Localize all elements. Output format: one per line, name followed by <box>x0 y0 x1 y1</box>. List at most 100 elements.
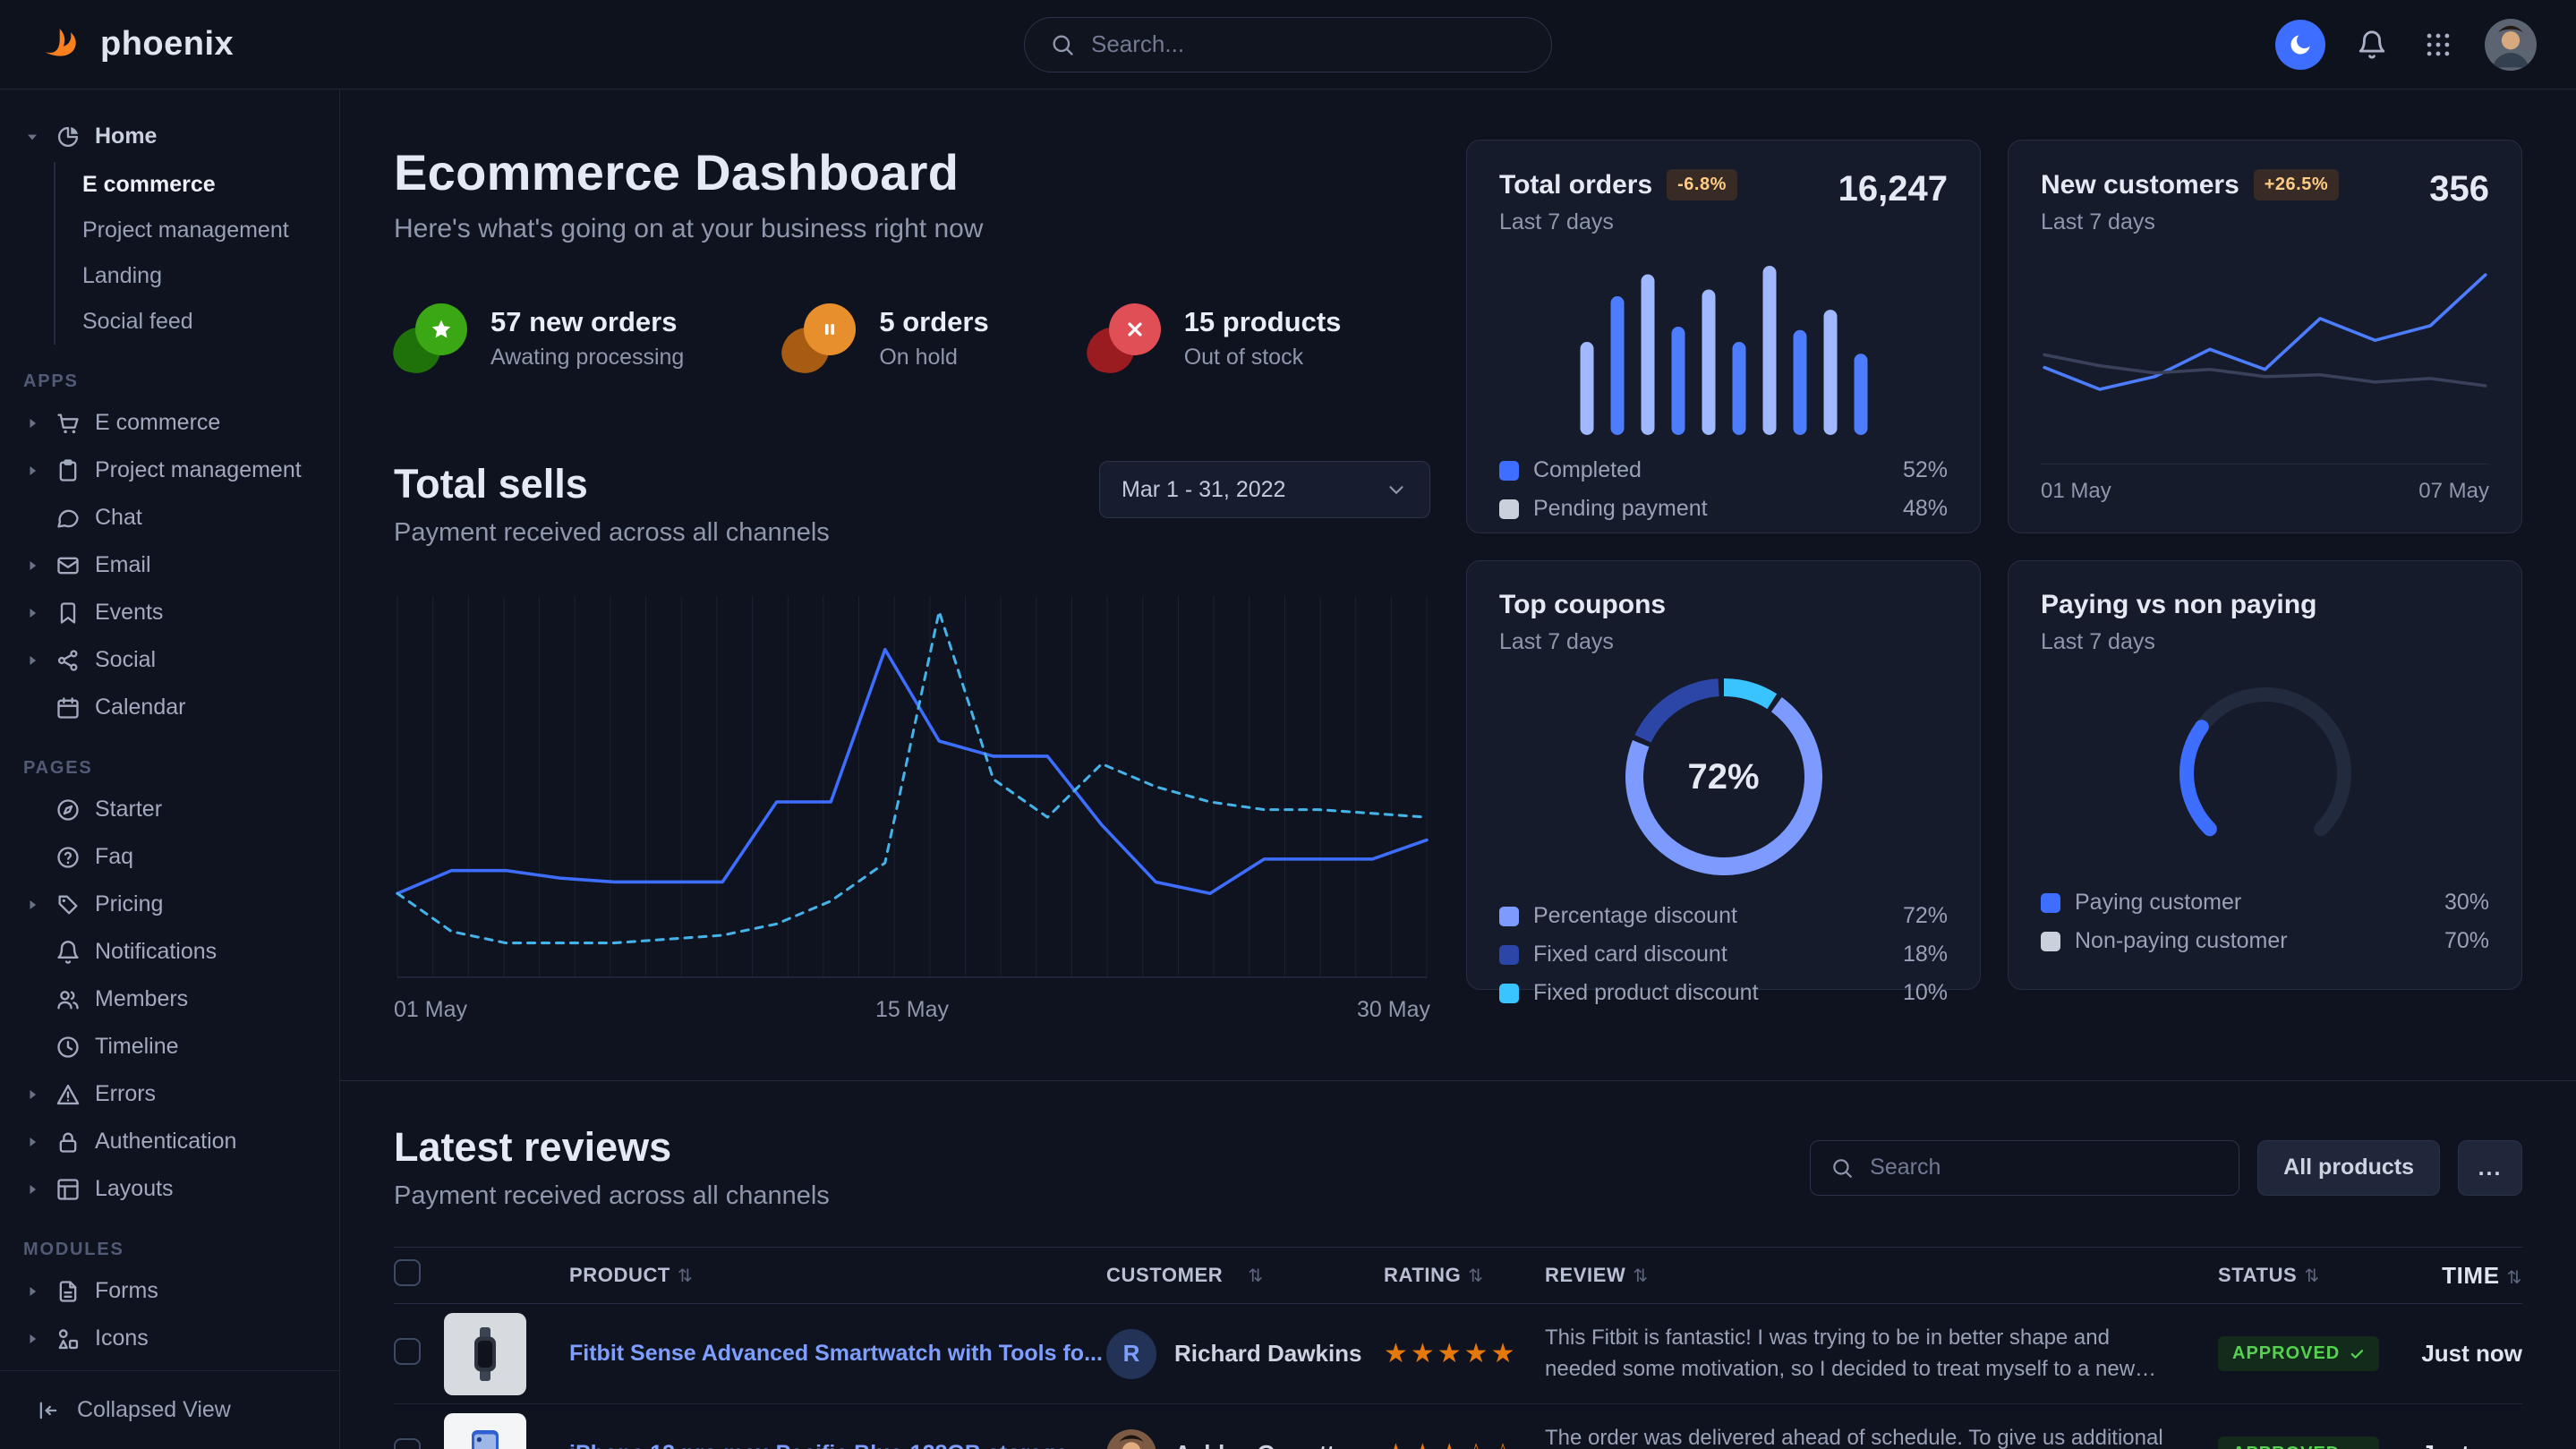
user-avatar[interactable] <box>2485 19 2537 71</box>
caret-right-icon <box>23 648 41 673</box>
legend-color-dot <box>1499 945 1519 965</box>
legend-value: 48% <box>1903 496 1948 522</box>
legend-value: 72% <box>1903 903 1948 929</box>
sidebar-item-icons[interactable]: Icons <box>0 1315 339 1362</box>
product-link[interactable]: Fitbit Sense Advanced Smartwatch with To… <box>569 1341 1106 1367</box>
date-range-select[interactable]: Mar 1 - 31, 2022 <box>1099 461 1430 518</box>
sidebar-item-timeline[interactable]: Timeline <box>0 1023 339 1070</box>
stat-label: 15 products <box>1184 306 1342 338</box>
status-badge: APPROVED <box>2218 1336 2379 1371</box>
reviews-controls: All products ... <box>1810 1140 2522 1196</box>
caret-right-icon <box>23 458 41 483</box>
sidebar-item-forms[interactable]: Forms <box>0 1267 339 1315</box>
product-link[interactable]: iPhone 13 pro max-Pacific Blue-128GB sto… <box>569 1441 1106 1449</box>
stats-row: 57 new ordersAwating processing5 ordersO… <box>394 303 1430 373</box>
review-text: This Fitbit is fantastic! I was trying t… <box>1545 1323 2218 1385</box>
all-products-button[interactable]: All products <box>2257 1140 2440 1196</box>
global-search[interactable] <box>1024 17 1552 72</box>
sidebar-item-errors[interactable]: Errors <box>0 1070 339 1118</box>
brand[interactable]: phoenix <box>39 21 234 68</box>
customer-cell[interactable]: RRichard Dawkins <box>1106 1329 1384 1379</box>
sidebar-item-social-feed[interactable]: Social feed <box>55 299 339 345</box>
collapsed-view-label: Collapsed View <box>77 1397 231 1423</box>
brand-text: phoenix <box>100 25 234 64</box>
sidebar-item-pricing[interactable]: Pricing <box>0 881 339 928</box>
sidebar-item-landing[interactable]: Landing <box>55 253 339 299</box>
row-checkbox[interactable] <box>394 1438 421 1449</box>
cart-icon <box>55 411 81 436</box>
x-label: 15 May <box>875 997 949 1023</box>
pie-chart-icon <box>55 124 81 149</box>
row-checkbox[interactable] <box>394 1338 421 1365</box>
sidebar-item-label: Pricing <box>95 891 163 917</box>
column-header-rating[interactable]: RATING⇅ <box>1384 1264 1545 1287</box>
sidebar-item-events[interactable]: Events <box>0 589 339 636</box>
product-thumbnail[interactable] <box>444 1313 526 1395</box>
legend-item: Fixed card discount 18% <box>1499 935 1948 974</box>
legend-color-dot <box>2041 893 2060 913</box>
sidebar-item-e-commerce[interactable]: E commerce <box>55 162 339 208</box>
sort-icon: ⇅ <box>678 1266 693 1286</box>
column-header-product[interactable]: PRODUCT⇅ <box>569 1264 1106 1287</box>
reviews-search[interactable] <box>1810 1140 2239 1196</box>
stat-on-hold: 5 ordersOn hold <box>782 303 988 373</box>
sidebar-item-tables[interactable]: Tables <box>0 1362 339 1370</box>
theme-toggle-button[interactable] <box>2275 20 2325 70</box>
apps-grid-icon <box>2423 30 2453 60</box>
sidebar-item-members[interactable]: Members <box>0 976 339 1023</box>
column-header-customer[interactable]: CUSTOMER⇅ <box>1106 1264 1384 1287</box>
sidebar-item-chat[interactable]: Chat <box>0 494 339 541</box>
apps-grid-button[interactable] <box>2418 25 2458 64</box>
notifications-button[interactable] <box>2352 25 2392 64</box>
avatar <box>1106 1429 1156 1449</box>
collapsed-view-toggle[interactable]: Collapsed View <box>0 1370 339 1449</box>
column-header-review[interactable]: REVIEW⇅ <box>1545 1264 2218 1287</box>
select-all-checkbox[interactable] <box>394 1259 421 1286</box>
sidebar-item-project-management[interactable]: Project management <box>0 447 339 494</box>
sidebar-item-label: Icons <box>95 1325 149 1351</box>
sidebar-item-project-management[interactable]: Project management <box>55 208 339 253</box>
search-input[interactable] <box>1089 30 1526 59</box>
sidebar-item-calendar[interactable]: Calendar <box>0 684 339 731</box>
sidebar-item-notifications[interactable]: Notifications <box>0 928 339 976</box>
x-icon <box>1123 318 1147 341</box>
rating-stars: ★★★★★ <box>1384 1339 1517 1368</box>
sidebar-item-home[interactable]: Home <box>0 113 339 160</box>
sidebar-item-layouts[interactable]: Layouts <box>0 1165 339 1213</box>
stat-badge-icon <box>1088 303 1161 373</box>
sidebar-item-authentication[interactable]: Authentication <box>0 1118 339 1165</box>
sidebar-item-social[interactable]: Social <box>0 636 339 684</box>
latest-reviews-subtitle: Payment received across all channels <box>394 1181 830 1211</box>
sidebar-item-e-commerce[interactable]: E commerce <box>0 399 339 447</box>
column-header-time[interactable]: TIME⇅ <box>2397 1262 2522 1290</box>
sidebar-item-faq[interactable]: Faq <box>0 833 339 881</box>
dashboard-right-column: Total orders -6.8% Last 7 days 16,247 Co… <box>1466 140 2522 1023</box>
legend-color-dot <box>1499 984 1519 1003</box>
sidebar-nav: HomeE commerceProject managementLandingS… <box>0 89 339 1370</box>
top-coupons-legend: Percentage discount72%Fixed card discoun… <box>1499 897 1948 1012</box>
customer-name: Richard Dawkins <box>1174 1340 1362 1368</box>
legend-label: Fixed card discount <box>1533 942 1727 967</box>
product-thumbnail[interactable] <box>444 1413 526 1449</box>
latest-reviews-title: Latest reviews <box>394 1124 830 1171</box>
sidebar-item-email[interactable]: Email <box>0 541 339 589</box>
calendar-icon <box>55 695 81 720</box>
page-subtitle: Here's what's going on at your business … <box>394 214 1430 244</box>
caret-right-icon <box>23 601 41 626</box>
share-icon <box>55 648 81 673</box>
sidebar-item-starter[interactable]: Starter <box>0 786 339 833</box>
legend-color-dot <box>1499 907 1519 926</box>
paying-legend: Paying customer30%Non-paying customer70% <box>2041 883 2489 960</box>
phoenix-logo-icon <box>39 21 86 68</box>
total-sells-chart <box>394 589 1430 983</box>
moon-icon <box>2287 31 2314 58</box>
stat-sublabel: Out of stock <box>1184 345 1342 371</box>
more-options-button[interactable]: ... <box>2458 1140 2522 1196</box>
column-header-status[interactable]: STATUS⇅ <box>2218 1264 2397 1287</box>
legend-label: Completed <box>1533 457 1642 483</box>
bookmark-icon <box>55 601 81 626</box>
reviews-search-input[interactable] <box>1868 1154 2219 1181</box>
legend-value: 18% <box>1903 942 1948 967</box>
customer-cell[interactable]: Ashley Garrett <box>1106 1429 1384 1449</box>
legend-item: Pending payment48% <box>1499 490 1948 528</box>
